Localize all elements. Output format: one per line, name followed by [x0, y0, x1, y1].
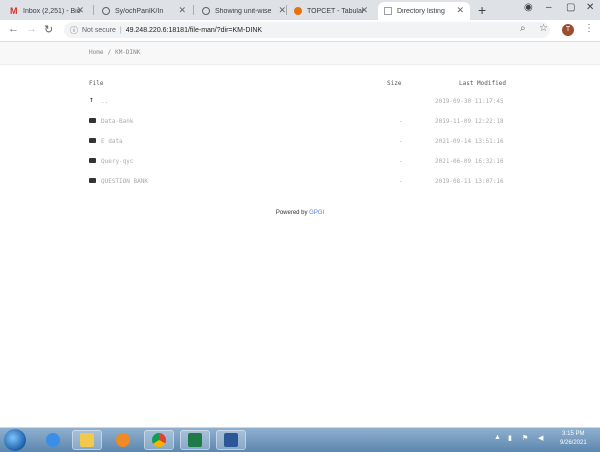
info-warning-icon[interactable]: ⓘ — [70, 25, 78, 36]
tab-4[interactable]: TOPCET - Tabular ✕ — [288, 2, 374, 20]
tab-gmail[interactable]: M Inbox (2,251) - Bio ✕ — [4, 2, 90, 20]
tab-directory-listing[interactable]: Directory listing ✕ — [378, 2, 470, 20]
folder-icon — [89, 118, 96, 123]
volume-icon[interactable]: ◀ — [538, 434, 543, 442]
table-row[interactable]: E data - 2021-09-14 13:51:16 — [89, 132, 511, 152]
zoom-search-icon[interactable]: ⌕ — [520, 23, 526, 34]
back-arrow-icon[interactable]: ← — [8, 23, 19, 35]
folder-icon — [89, 138, 96, 143]
tab-3[interactable]: Showing unit-wise ✕ — [196, 2, 292, 20]
taskbar: ▲ ▮ ⚑ ◀ 3:15 PM 9/26/2021 — [0, 427, 600, 452]
table-row[interactable]: QUESTION BANK - 2019-08-11 13:07:16 — [89, 172, 511, 192]
row-size: - — [399, 178, 403, 185]
tab-divider — [193, 5, 194, 15]
row-name[interactable]: .. — [101, 98, 108, 105]
browser-toolbar: ← → ↻ ⓘ Not secure | 49.248.220.6:18181/… — [0, 20, 600, 42]
close-tab-icon[interactable]: ✕ — [278, 5, 286, 16]
row-name[interactable]: E data — [101, 138, 123, 145]
chrome-icon[interactable] — [144, 430, 174, 450]
network-icon[interactable]: ▮ — [508, 434, 512, 442]
word-icon[interactable] — [216, 430, 246, 450]
menu-dots-icon[interactable]: ⋮ — [584, 23, 594, 34]
internet-explorer-icon[interactable] — [38, 430, 68, 450]
row-modified: 2019-11-09 12:22:18 — [435, 118, 504, 125]
reload-icon[interactable]: ↻ — [44, 23, 53, 36]
forward-arrow-icon[interactable]: → — [26, 23, 37, 35]
breadcrumb-bar: Home / KM-DINK — [0, 42, 600, 65]
maximize-icon[interactable]: ▢ — [566, 2, 575, 13]
tab-2[interactable]: Sy/ochPanIK/In ✕ — [96, 2, 192, 20]
powered-by-link[interactable]: GPGI — [309, 210, 324, 216]
show-hidden-icons[interactable]: ▲ — [494, 434, 501, 441]
powered-by-text: Powered by — [275, 210, 308, 216]
breadcrumb-home[interactable]: Home — [89, 49, 103, 56]
close-tab-icon[interactable]: ✕ — [456, 5, 464, 16]
table-row[interactable]: Data-Bank - 2019-11-09 12:22:18 — [89, 112, 511, 132]
row-modified: 2019-08-11 13:07:16 — [435, 178, 504, 185]
breadcrumb-separator: / — [107, 49, 112, 56]
column-file[interactable]: File — [89, 80, 103, 87]
address-bar[interactable]: ⓘ Not secure | 49.248.220.6:18181/file-m… — [64, 22, 550, 38]
table-header: File Size Last Modified — [89, 78, 511, 92]
tab-search-icon[interactable]: ◉ — [524, 2, 533, 13]
table-row[interactable]: Query-qyc - 2021-06-09 16:32:16 — [89, 152, 511, 172]
file-listing: File Size Last Modified ↑ .. 2019-09-30 … — [89, 78, 511, 192]
table-row[interactable]: ↑ .. 2019-09-30 11:17:45 — [89, 92, 511, 112]
row-name[interactable]: Query-qyc — [101, 158, 134, 165]
row-modified: 2021-09-14 13:51:16 — [435, 138, 504, 145]
tab-divider — [286, 5, 287, 15]
powered-by-footer: Powered by GPGI — [0, 210, 600, 216]
folder-icon — [89, 178, 96, 183]
close-tab-icon[interactable]: ✕ — [360, 5, 368, 16]
row-modified: 2019-09-30 11:17:45 — [435, 98, 504, 105]
clock-time: 3:15 PM — [562, 431, 585, 437]
close-window-icon[interactable]: ✕ — [586, 2, 594, 13]
tab-strip: M Inbox (2,251) - Bio ✕ Sy/ochPanIK/In ✕… — [0, 0, 600, 20]
row-name[interactable]: Data-Bank — [101, 118, 134, 125]
row-modified: 2021-06-09 16:32:16 — [435, 158, 504, 165]
media-player-icon[interactable] — [108, 430, 138, 450]
column-last-modified[interactable]: Last Modified — [459, 80, 506, 87]
system-clock[interactable]: 3:15 PM 9/26/2021 — [560, 430, 587, 448]
new-tab-button[interactable]: + — [478, 2, 486, 18]
row-name[interactable]: QUESTION BANK — [101, 178, 148, 185]
breadcrumb: Home / KM-DINK — [89, 49, 140, 56]
flag-icon[interactable]: ⚑ — [522, 434, 528, 442]
file-explorer-icon[interactable] — [72, 430, 102, 450]
start-button[interactable] — [4, 429, 26, 451]
folder-icon — [89, 158, 96, 163]
blank-page-icon — [384, 7, 392, 15]
clock-date: 9/26/2021 — [560, 440, 587, 446]
row-size: - — [399, 158, 403, 165]
bookmark-star-icon[interactable]: ☆ — [539, 23, 548, 34]
profile-avatar[interactable]: T — [562, 24, 574, 36]
gmail-icon: M — [10, 6, 18, 16]
url-text[interactable]: 49.248.220.6:18181/file-man/?dir=KM-DINK — [126, 27, 262, 34]
excel-icon[interactable] — [180, 430, 210, 450]
close-tab-icon[interactable]: ✕ — [76, 5, 84, 16]
tab-divider — [93, 5, 94, 15]
security-label: Not secure — [82, 26, 116, 34]
close-tab-icon[interactable]: ✕ — [178, 5, 186, 16]
column-size[interactable]: Size — [387, 80, 401, 87]
address-separator: | — [119, 26, 122, 34]
row-size: - — [399, 138, 403, 145]
globe-icon — [202, 7, 210, 15]
row-size: - — [399, 118, 403, 125]
globe-icon — [102, 7, 110, 15]
breadcrumb-current: KM-DINK — [115, 49, 141, 56]
orange-logo-icon — [294, 7, 302, 15]
up-arrow-icon: ↑ — [89, 95, 94, 104]
minimize-icon[interactable]: – — [546, 2, 552, 13]
